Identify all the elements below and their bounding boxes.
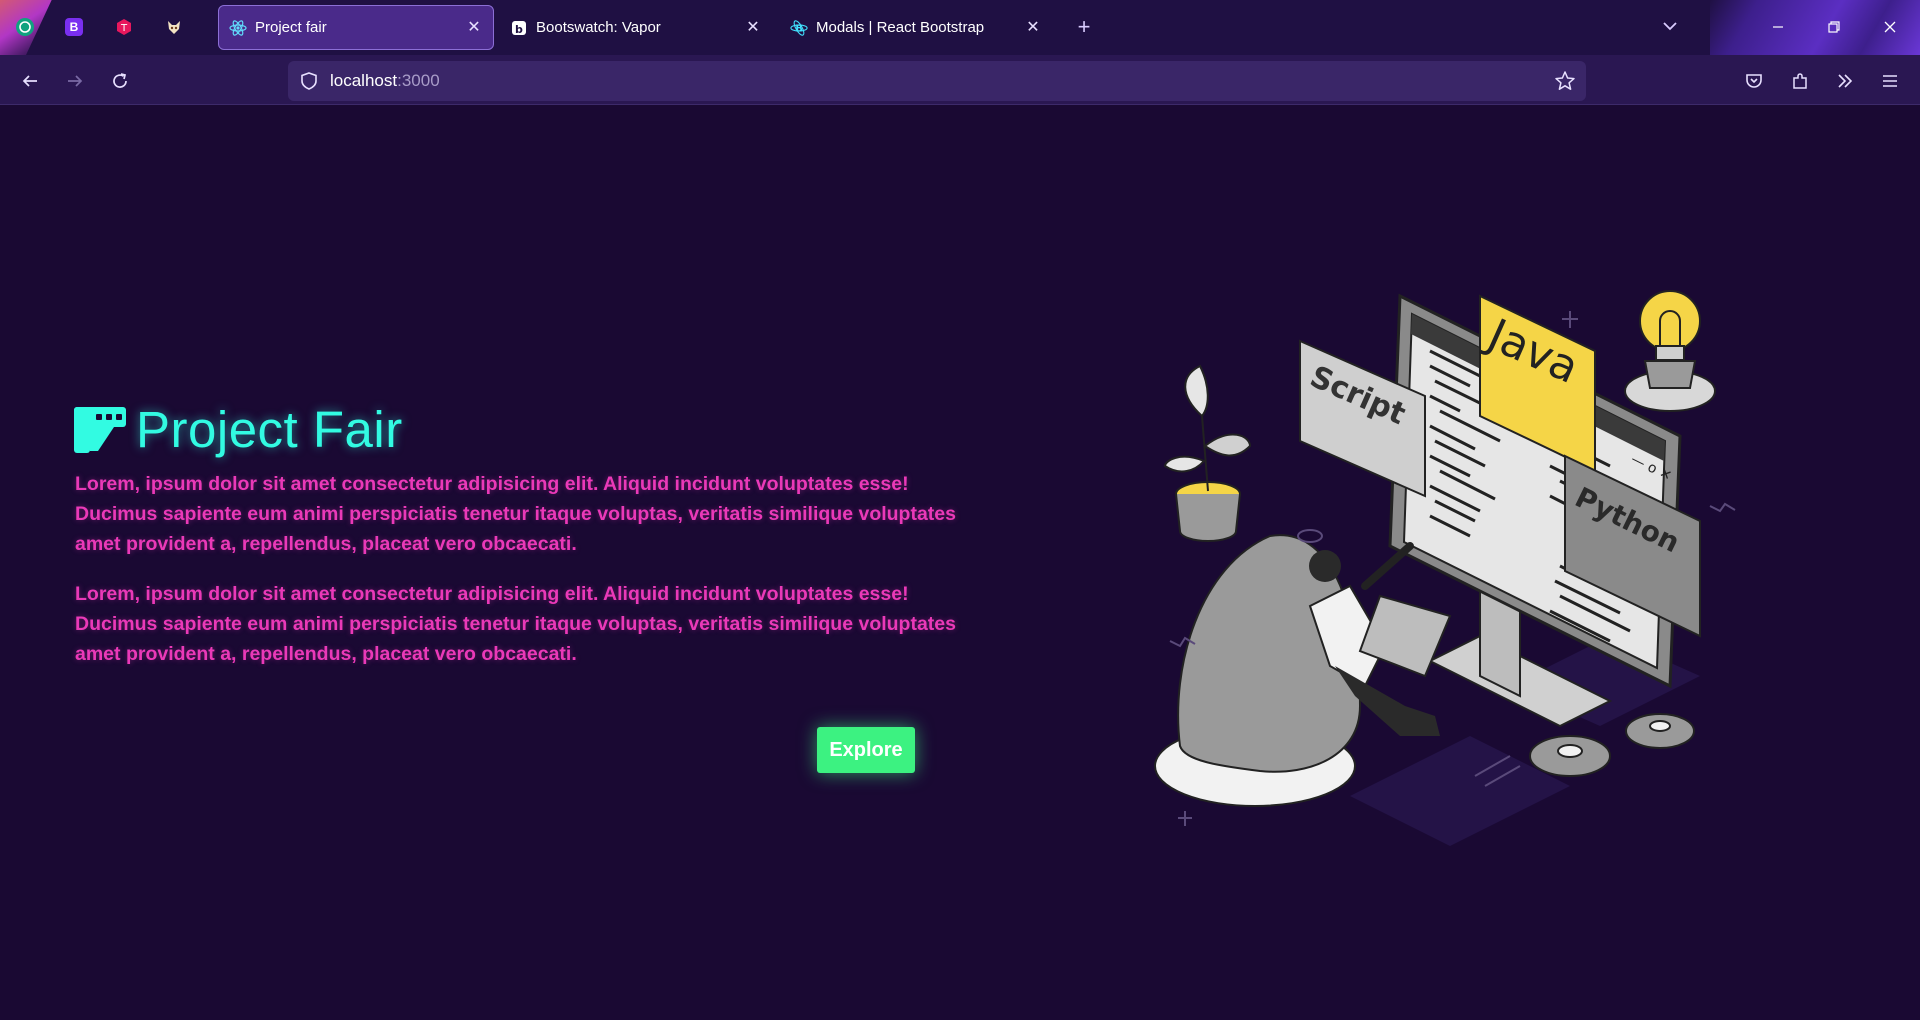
pinned-tab-bootstrap[interactable]: B (58, 11, 90, 43)
reload-button[interactable] (104, 65, 136, 97)
url-host: localhost (330, 71, 398, 90)
project-diagram-icon (74, 406, 126, 453)
fox-mascot-icon (168, 21, 180, 34)
person-graphic (1154, 534, 1452, 807)
back-button[interactable] (14, 65, 46, 97)
double-chevron-right-icon (1838, 74, 1853, 88)
tab-strip: B T Project fair ✕ b Bootswatch: Vapor ✕… (0, 0, 1920, 55)
brand-heading: Project Fair (74, 400, 403, 459)
close-tab-icon[interactable]: ✕ (465, 19, 483, 37)
svg-text:B: B (795, 23, 803, 34)
pinned-tab-openai[interactable] (9, 11, 41, 43)
bootstrap-icon: B (65, 18, 83, 36)
react-bootstrap-icon: B (790, 19, 808, 37)
puzzle-icon (1793, 73, 1807, 89)
react-icon (229, 19, 247, 37)
close-window-button[interactable] (1872, 10, 1908, 44)
more-tools-button[interactable] (1829, 65, 1861, 97)
developer-illustration: — o ✕ Script Java Python (1154, 290, 1736, 846)
arrow-left-icon (22, 75, 37, 87)
bookmark-star-icon[interactable] (1554, 70, 1576, 92)
restore-button[interactable] (1816, 10, 1852, 44)
extensions-button[interactable] (1784, 65, 1816, 97)
close-tab-icon[interactable]: ✕ (744, 19, 762, 37)
list-all-tabs-button[interactable] (1660, 16, 1688, 40)
tab-title: Modals | React Bootstrap (816, 19, 985, 36)
app-menu-button[interactable] (1874, 65, 1906, 97)
close-tab-icon[interactable]: ✕ (1024, 19, 1042, 37)
url-port: :3000 (397, 71, 440, 90)
tab-bootswatch[interactable]: b Bootswatch: Vapor ✕ (500, 5, 772, 50)
address-bar[interactable]: localhost:3000 (288, 61, 1586, 189)
navigation-toolbar: localhost:3000 (0, 55, 1920, 189)
tab-react-bootstrap[interactable]: B Modals | React Bootstrap ✕ (780, 5, 1052, 50)
explore-button[interactable]: Explore (817, 727, 915, 773)
minimize-icon (1773, 26, 1783, 28)
web-page: Project Fair Lorem, ipsum dolor sit amet… (0, 106, 1920, 1020)
pocket-button[interactable] (1738, 65, 1770, 97)
svg-text:b: b (515, 23, 523, 36)
pocket-icon (1746, 74, 1762, 88)
openai-icon (16, 18, 34, 36)
intro-paragraph-1: Lorem, ipsum dolor sit amet consectetur … (75, 473, 956, 555)
tab-project-fair[interactable]: Project fair ✕ (218, 5, 494, 50)
close-icon (1884, 21, 1896, 33)
bootswatch-icon: b (510, 19, 528, 37)
page-title: Project Fair (136, 401, 403, 458)
pinned-tab-typing[interactable]: T (108, 11, 140, 43)
new-tab-button[interactable]: + (1070, 14, 1098, 42)
chevron-down-icon (1663, 22, 1677, 31)
shield-icon[interactable] (298, 70, 320, 92)
lightbulb-graphic (1624, 290, 1716, 412)
restore-icon (1828, 21, 1840, 33)
hamburger-menu-icon (1883, 75, 1897, 87)
minimize-button[interactable] (1760, 10, 1796, 44)
reload-icon (113, 73, 127, 88)
intro-paragraph-2: Lorem, ipsum dolor sit amet consectetur … (75, 583, 956, 665)
arrow-right-icon (68, 75, 83, 87)
url-text[interactable]: localhost:3000 (330, 71, 440, 91)
tab-title: Bootswatch: Vapor (536, 19, 661, 36)
plant-graphic (1163, 364, 1252, 542)
forward-button[interactable] (59, 65, 91, 97)
pinned-tab-fox[interactable] (158, 11, 190, 43)
tab-title: Project fair (255, 19, 327, 36)
typing-icon: T (117, 19, 131, 35)
svg-text:T: T (120, 23, 128, 34)
